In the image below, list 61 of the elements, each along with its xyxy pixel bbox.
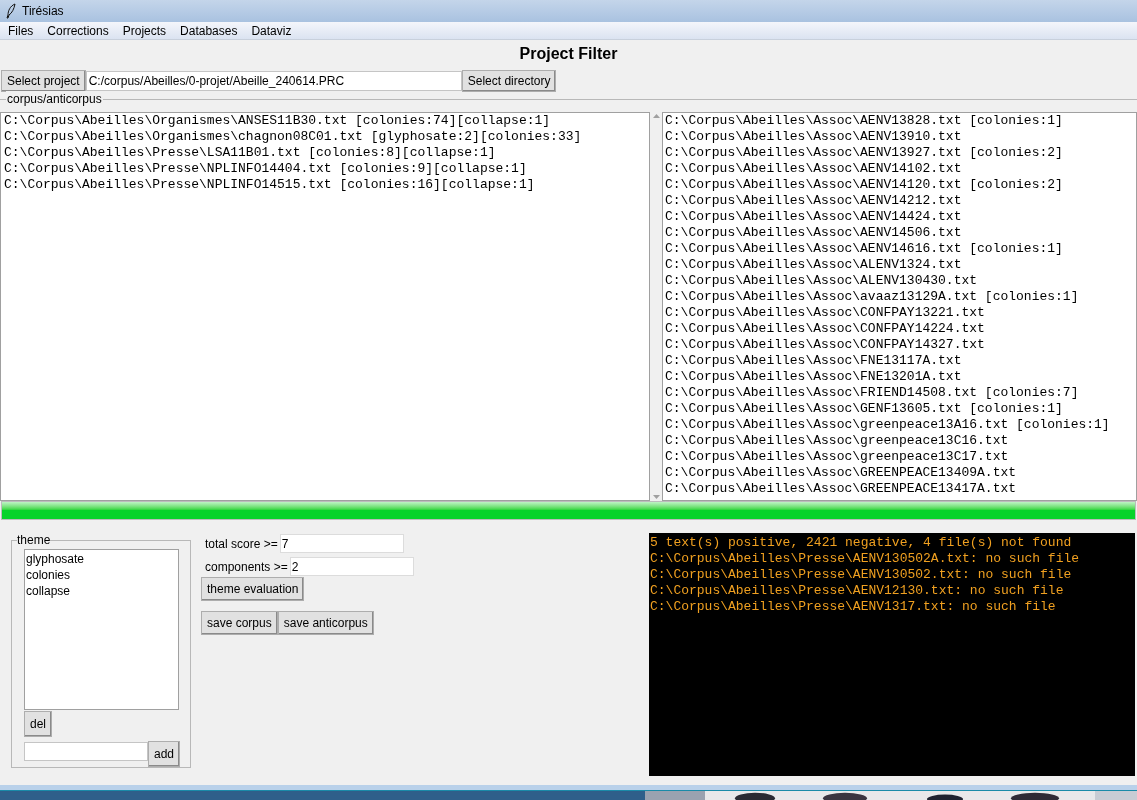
scroll-up-icon[interactable] <box>652 114 660 118</box>
console-line: 5 text(s) positive, 2421 negative, 4 file(s) not found <box>650 535 1073 551</box>
menu-item[interactable]: Files <box>8 22 34 39</box>
console-line: C:\Corpus\Abeilles\Presse\AENV1317.txt: no such file <box>650 599 1057 615</box>
list-item[interactable]: C:\Corpus\Abeilles\Assoc\greenpeace13A16.txt [colonies:1] <box>663 417 1136 433</box>
list-item[interactable]: C:\Corpus\Abeilles\Assoc\FNE13201A.txt <box>663 369 1136 385</box>
field-label: components >= <box>204 558 288 576</box>
console-line: C:\Corpus\Abeilles\Presse\AENV130502A.txt: no such file <box>650 551 1081 567</box>
list-item[interactable]: C:\Corpus\Abeilles\Organismes\ANSES11B30.txt [colonies:74][collapse:1] <box>1 113 649 129</box>
list-item[interactable]: C:\Corpus\Abeilles\Assoc\CONFPAY14327.txt <box>663 337 1136 353</box>
list-item[interactable]: collapse <box>25 583 178 599</box>
feather-icon <box>6 3 16 19</box>
list-item[interactable]: C:\Corpus\Abeilles\Assoc\AENV14102.txt <box>663 161 1136 177</box>
list-item[interactable]: C:\Corpus\Abeilles\Assoc\avaaz13129A.txt [colonies:1] <box>663 289 1136 305</box>
path-field[interactable]: C:/corpus/Abeilles/0-projet/Abeille_240614.PRC <box>85 70 462 91</box>
menu-item[interactable]: Projects <box>122 22 167 39</box>
theme-evaluation-button[interactable]: theme evaluation <box>201 577 305 601</box>
list-item[interactable]: C:\Corpus\Abeilles\Presse\NPLINFO14404.txt [colonies:9][collapse:1] <box>1 161 649 177</box>
list-item[interactable]: C:\Corpus\Abeilles\Assoc\AENV13910.txt <box>663 129 1136 145</box>
save-corpus-button[interactable]: save corpus <box>201 611 278 635</box>
scroll-down-icon[interactable] <box>652 495 660 499</box>
list-item[interactable]: C:\Corpus\Abeilles\Assoc\AENV14616.txt [colonies:1] <box>663 241 1136 257</box>
list-item[interactable]: C:\Corpus\Abeilles\Assoc\FNE13117A.txt <box>663 353 1136 369</box>
list-item[interactable]: C:\Corpus\Abeilles\Assoc\AENV13828.txt [colonies:1] <box>663 113 1136 129</box>
window-title: Tirésias <box>22 3 64 20</box>
menu-item[interactable]: Corrections <box>47 22 109 39</box>
list-item[interactable]: C:\Corpus\Abeilles\Assoc\FRIEND14508.txt [colonies:7] <box>663 385 1136 401</box>
list-item[interactable]: C:\Corpus\Abeilles\Assoc\AENV14212.txt <box>663 193 1136 209</box>
list-item[interactable]: C:\Corpus\Abeilles\Presse\NPLINFO14515.txt [colonies:16][collapse:1] <box>1 177 649 193</box>
list-item[interactable]: C:\Corpus\Abeilles\Assoc\AENV14424.txt <box>663 209 1136 225</box>
list-item[interactable]: C:\Corpus\Abeilles\Presse\LSA11B01.txt [colonies:8][collapse:1] <box>1 145 649 161</box>
save-anticorpus-button[interactable]: save anticorpus <box>277 611 374 635</box>
components-field[interactable]: 2 <box>289 557 414 576</box>
list-item[interactable]: C:\Corpus\Abeilles\Assoc\GENF13605.txt [colonies:1] <box>663 401 1136 417</box>
field-label: total score >= <box>204 535 278 553</box>
list-item[interactable]: C:\Corpus\Abeilles\Assoc\ALENV1324.txt <box>663 257 1136 273</box>
select-project-button[interactable]: Select project <box>1 69 86 92</box>
console-line: C:\Corpus\Abeilles\Presse\AENV12130.txt: no such file <box>650 583 1065 599</box>
list-item[interactable]: C:\Corpus\Abeilles\Assoc\GREENPEACE13417A.txt <box>663 481 1136 497</box>
list-item[interactable]: glyphosate <box>25 551 178 567</box>
list-item[interactable]: C:\Corpus\Abeilles\Assoc\ALENV130430.txt <box>663 273 1136 289</box>
list-item[interactable]: C:\Corpus\Abeilles\Organismes\chagnon08C01.txt [glyphosate:2][colonies:33] <box>1 129 649 145</box>
select-directory-button[interactable]: Select directory <box>461 69 557 92</box>
list-item[interactable]: colonies <box>25 567 178 583</box>
group-label: corpus/anticorpus <box>6 91 103 107</box>
list-item[interactable]: C:\Corpus\Abeilles\Assoc\AENV14120.txt [colonies:2] <box>663 177 1136 193</box>
del-button[interactable]: del <box>24 711 52 737</box>
list-item[interactable]: C:\Corpus\Abeilles\Assoc\GREENPEACE13409A.txt <box>663 465 1136 481</box>
menu-item[interactable]: Databases <box>180 22 238 39</box>
list-item[interactable]: C:\Corpus\Abeilles\Assoc\greenpeace13C17.txt <box>663 449 1136 465</box>
list-item[interactable]: C:\Corpus\Abeilles\Assoc\AENV14506.txt <box>663 225 1136 241</box>
total-score-field[interactable]: 7 <box>279 534 404 553</box>
list-item[interactable]: C:\Corpus\Abeilles\Assoc\CONFPAY14224.txt <box>663 321 1136 337</box>
list-item[interactable]: C:\Corpus\Abeilles\Assoc\CONFPAY13221.txt <box>663 305 1136 321</box>
list-item[interactable]: C:\Corpus\Abeilles\Assoc\greenpeace13C16.txt <box>663 433 1136 449</box>
console-line: C:\Corpus\Abeilles\Presse\AENV130502.txt: no such file <box>650 567 1073 583</box>
list-item[interactable]: C:\Corpus\Abeilles\Assoc\AENV13927.txt [colonies:2] <box>663 145 1136 161</box>
add-button[interactable]: add <box>148 741 181 767</box>
menu-item[interactable]: Dataviz <box>251 22 292 39</box>
heading: Project Filter <box>519 44 618 64</box>
theme-input-field[interactable] <box>24 742 148 761</box>
